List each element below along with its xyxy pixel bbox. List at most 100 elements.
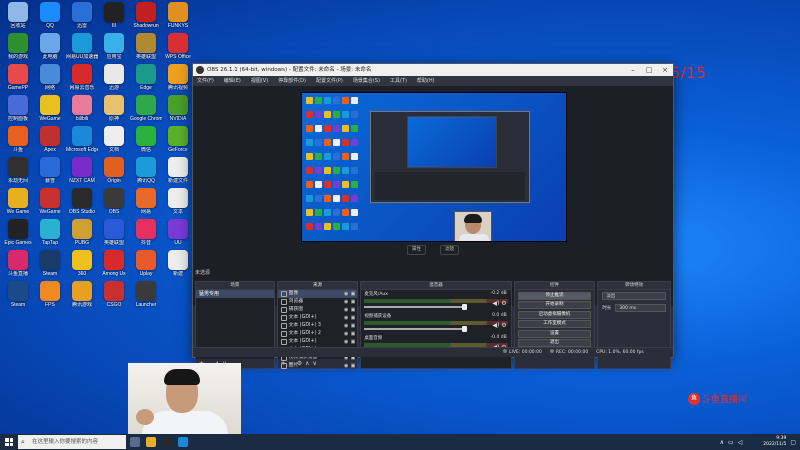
minimize-icon[interactable]: –: [625, 64, 641, 76]
desktop-icon[interactable]: GamePP: [2, 64, 34, 91]
desktop-icon[interactable]: GeForce: [162, 126, 194, 153]
speaker-icon[interactable]: ◀): [492, 300, 499, 307]
preview-canvas[interactable]: [301, 92, 567, 242]
visibility-eye-icon[interactable]: ◉: [344, 330, 348, 338]
desktop-icon[interactable]: 抖音: [130, 219, 162, 246]
desktop-icon[interactable]: FPS: [34, 281, 66, 308]
obs-taskbar-icon[interactable]: [162, 437, 172, 447]
desktop-icon[interactable]: Microsoft Edge: [66, 126, 98, 153]
desktop-icon[interactable]: Origin: [98, 157, 130, 184]
desktop-icon[interactable]: WPS Office: [162, 33, 194, 60]
desktop-icon[interactable]: OBS: [98, 188, 130, 215]
notification-icon[interactable]: ▢: [790, 439, 796, 446]
maximize-icon[interactable]: □: [641, 64, 657, 76]
obs-menu-item[interactable]: 配置文件(P): [316, 76, 343, 86]
control-button[interactable]: 启动虚拟摄像机: [517, 310, 592, 319]
visibility-eye-icon[interactable]: ◉: [344, 290, 348, 298]
control-button[interactable]: 开始录制: [517, 301, 592, 309]
desktop-icon[interactable]: Steam: [34, 250, 66, 277]
tab-filters[interactable]: 滤镜: [440, 245, 459, 255]
desktop-icon[interactable]: Epic Games: [2, 219, 34, 246]
desktop-icon[interactable]: Steam: [2, 281, 34, 308]
lock-icon[interactable]: ▣: [351, 306, 356, 314]
obs-menu-item[interactable]: 帮助(H): [417, 76, 435, 86]
desktop-icon[interactable]: TapTap: [34, 219, 66, 246]
desktop-icon[interactable]: III: [98, 2, 130, 29]
edge-taskbar-icon[interactable]: [178, 437, 188, 447]
desktop-icon[interactable]: 英雄联盟: [98, 219, 130, 246]
desktop-icon[interactable]: 网易: [130, 188, 162, 215]
obs-menu-item[interactable]: 工具(T): [390, 76, 407, 86]
taskbar-search-box[interactable]: ⌕ 在这里输入你要搜索的内容: [18, 435, 126, 449]
volume-fader[interactable]: [364, 304, 467, 310]
desktop-icon[interactable]: 此电脑: [34, 33, 66, 60]
tab-properties[interactable]: 属性: [407, 245, 426, 255]
visibility-eye-icon[interactable]: ◉: [344, 322, 348, 330]
desktop-icon[interactable]: 应用宝: [98, 33, 130, 60]
visibility-eye-icon[interactable]: ◉: [344, 306, 348, 314]
network-icon[interactable]: ▭: [728, 439, 734, 446]
desktop-icon[interactable]: Shadowrun: [130, 2, 162, 29]
close-icon[interactable]: ×: [657, 64, 673, 76]
lock-icon[interactable]: ▣: [351, 314, 356, 322]
desktop-icon[interactable]: bilibili: [66, 95, 98, 122]
desktop-icon[interactable]: Edge: [130, 64, 162, 91]
desktop-icon[interactable]: 文本: [162, 188, 194, 215]
lock-icon[interactable]: ▣: [351, 298, 356, 306]
scene-item[interactable]: 猛男专用: [196, 290, 274, 298]
desktop-icon[interactable]: We Game: [2, 188, 34, 215]
file-explorer-icon[interactable]: [146, 437, 156, 447]
move-up-icon[interactable]: ∧: [305, 360, 312, 367]
source-item[interactable]: 文本 (GDI+) ◉▣: [278, 338, 358, 346]
tray-chevron-icon[interactable]: ∧: [720, 439, 724, 446]
desktop-icon[interactable]: Launcher: [130, 281, 162, 308]
lock-icon[interactable]: ▣: [351, 338, 356, 346]
desktop-icon[interactable]: 斗鱼: [2, 126, 34, 153]
desktop-icon[interactable]: 暴雪: [34, 157, 66, 184]
obs-menu-item[interactable]: 编辑(E): [224, 76, 241, 86]
speaker-icon[interactable]: ◀): [492, 322, 499, 329]
obs-menu-item[interactable]: 停靠部件(D): [278, 76, 306, 86]
control-button[interactable]: 设置: [517, 329, 592, 338]
obs-menu-item[interactable]: 文件(F): [197, 76, 214, 86]
clock[interactable]: 9:39 2022/11/5: [746, 436, 786, 448]
remove-source-icon[interactable]: −: [289, 360, 297, 367]
move-down-icon[interactable]: ∨: [313, 360, 320, 367]
desktop-icon[interactable]: 新建: [162, 250, 194, 277]
desktop-icon[interactable]: NVIDIA: [162, 95, 194, 122]
start-button[interactable]: [0, 434, 18, 450]
desktop-icon[interactable]: Among Us: [98, 250, 130, 277]
lock-icon[interactable]: ▣: [351, 322, 356, 330]
desktop-icon[interactable]: UU: [162, 219, 194, 246]
desktop-icon[interactable]: 原神: [98, 95, 130, 122]
obs-menu-item[interactable]: 场景集合(S): [353, 76, 380, 86]
desktop-icon[interactable]: NZXT CAM: [66, 157, 98, 184]
desktop-icon[interactable]: WeGame: [34, 95, 66, 122]
source-item[interactable]: 浏览器 ◉ ▣: [278, 298, 358, 306]
source-item[interactable]: 图像 ◉ ▣: [277, 290, 358, 298]
desktop-icon[interactable]: Apex: [34, 126, 66, 153]
control-button[interactable]: 退出: [517, 339, 592, 347]
obs-titlebar[interactable]: OBS 26.1.1 (64-bit, windows) - 配置文件: 未命名…: [193, 64, 673, 76]
fader-knob[interactable]: [461, 304, 467, 310]
desktop-icon[interactable]: 迅游: [98, 64, 130, 91]
desktop-icon[interactable]: 网易UU加速器: [66, 33, 98, 60]
control-button[interactable]: 停止推流: [517, 291, 592, 300]
visibility-eye-icon[interactable]: ◉: [344, 298, 348, 306]
desktop-icon[interactable]: 360: [66, 250, 98, 277]
desktop-icon[interactable]: Google Chrome: [130, 95, 162, 122]
fader-knob[interactable]: [461, 326, 467, 332]
source-item[interactable]: 捕获图 ◉ ▣: [278, 306, 358, 314]
lock-icon[interactable]: ▣: [351, 330, 356, 338]
source-settings-icon[interactable]: ⚙: [297, 360, 305, 367]
desktop-icon[interactable]: 我的游戏: [2, 33, 34, 60]
desktop-icon[interactable]: 网易云音乐: [66, 64, 98, 91]
channel-gear-icon[interactable]: ⚙: [501, 322, 506, 329]
desktop-icon[interactable]: Uplay: [130, 250, 162, 277]
desktop-icon[interactable]: 迅雷: [66, 2, 98, 29]
desktop-icon[interactable]: 永劫无间: [2, 157, 34, 184]
desktop-icon[interactable]: 腾讯游戏: [66, 281, 98, 308]
volume-icon[interactable]: ◁: [738, 439, 743, 446]
source-item[interactable]: 文本 (GDI+) ◉▣: [278, 314, 358, 322]
control-button[interactable]: 工作室模式: [517, 320, 592, 328]
